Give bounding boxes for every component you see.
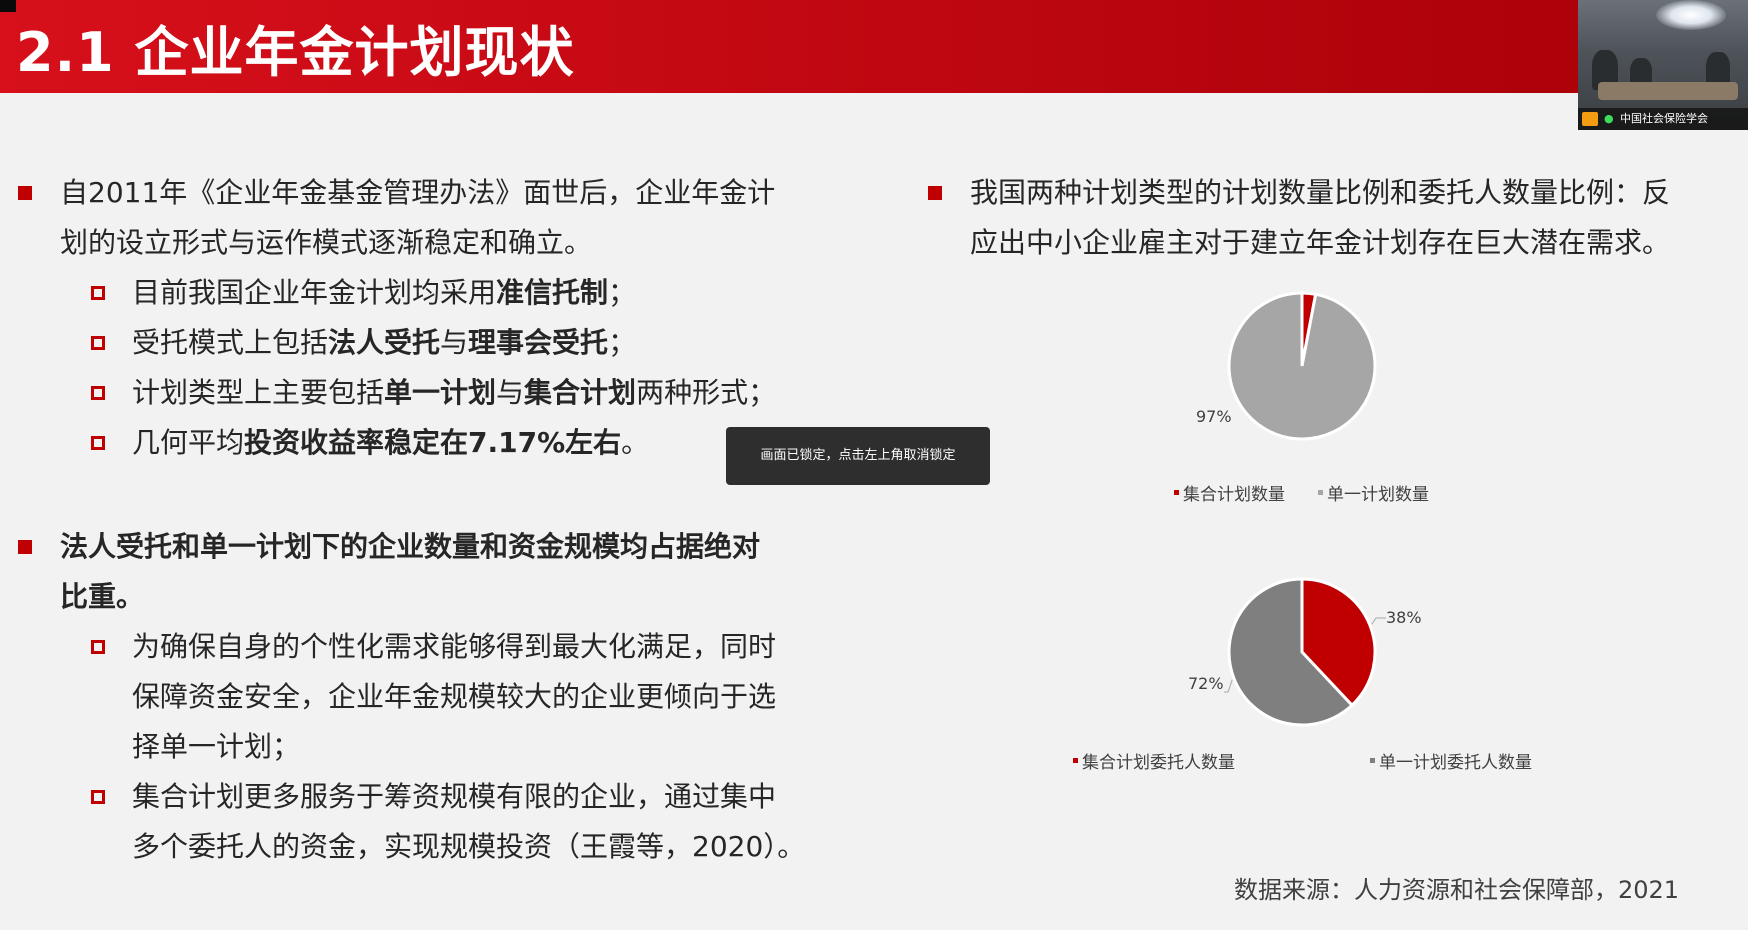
legend-swatch bbox=[1073, 758, 1078, 763]
data-source-note: 数据来源：人力资源和社会保障部，2021 bbox=[1234, 876, 1680, 904]
legend-swatch bbox=[1370, 758, 1375, 763]
legend-label: 单一计划数量 bbox=[1327, 485, 1429, 505]
right-bullet-line2: 应出中小企业雇主对于建立年金计划存在巨大潜在需求。 bbox=[970, 226, 1671, 259]
bullet-icon bbox=[928, 186, 942, 200]
legend-label: 单一计划委托人数量 bbox=[1379, 753, 1532, 773]
legend-label: 集合计划委托人数量 bbox=[1082, 753, 1235, 773]
sub-bullet-text: 几何平均投资收益率稳定在7.17%左右。 bbox=[132, 426, 650, 459]
title-bar: 2.1 企业年金计划现状 bbox=[0, 0, 1748, 93]
right-bullet-text: 我国两种计划类型的计划数量比例和委托人数量比例：反 应出中小企业雇主对于建立年金… bbox=[970, 168, 1730, 268]
sub-bullet-text: 受托模式上包括法人受托与理事会受托； bbox=[132, 326, 637, 359]
sub-bullet-text: 目前我国企业年金计划均采用准信托制； bbox=[132, 276, 637, 309]
pie-data-label: 72% bbox=[1188, 674, 1224, 693]
sub-bullet-line: 多个委托人的资金，实现规模投资（王霞等，2020）。 bbox=[132, 830, 806, 863]
slide-title: 2.1 企业年金计划现状 bbox=[16, 21, 575, 84]
sub-bullet-icon bbox=[91, 640, 105, 654]
legend-swatch bbox=[1174, 490, 1179, 495]
bullet1-line2: 划的设立形式与运作模式逐渐稳定和确立。 bbox=[60, 226, 593, 259]
pie-leader-line bbox=[1224, 679, 1233, 693]
sub-bullet-icon bbox=[91, 790, 105, 804]
plan-count-pie-chart: 3%97% 集合计划数量单一计划数量 bbox=[1174, 291, 1429, 505]
participant-video-tile[interactable]: ● 中国社会保险学会 bbox=[1578, 0, 1748, 130]
sub-bullet-text: 计划类型上主要包括单一计划与集合计划两种形式； bbox=[132, 376, 777, 409]
sub-bullet-line: 为确保自身的个性化需求能够得到最大化满足，同时 bbox=[132, 630, 777, 663]
sub-bullet-icon bbox=[91, 336, 105, 350]
pie-data-label: 38% bbox=[1386, 608, 1422, 627]
meeting-table bbox=[1598, 82, 1738, 100]
trustor-count-pie-chart: 38% 72% 集合计划委托人数量 单一计划委托人数量 bbox=[1073, 577, 1532, 773]
participant-name: 中国社会保险学会 bbox=[1620, 112, 1708, 125]
legend-label: 集合计划数量 bbox=[1183, 485, 1285, 505]
bullet2-line2: 比重。 bbox=[60, 580, 145, 613]
ceiling-light bbox=[1656, 0, 1726, 30]
bullet-icon bbox=[18, 540, 32, 554]
pie-slice-2 bbox=[1227, 291, 1377, 441]
window-corner bbox=[0, 0, 16, 12]
sub-bullet-text: 集合计划更多服务于筹资规模有限的企业，通过集中 多个委托人的资金，实现规模投资（… bbox=[132, 772, 832, 872]
screen-locked-toast[interactable]: 画面已锁定，点击左上角取消锁定 bbox=[726, 427, 990, 485]
bullet1-text: 自2011年《企业年金基金管理办法》面世后，企业年金计 划的设立形式与运作模式逐… bbox=[60, 168, 800, 268]
video-name-bar: ● 中国社会保险学会 bbox=[1578, 108, 1748, 130]
pie-leader-line bbox=[1371, 617, 1386, 625]
sub-bullet-line: 择单一计划； bbox=[132, 730, 301, 763]
right-bullet-line1: 我国两种计划类型的计划数量比例和委托人数量比例：反 bbox=[970, 176, 1671, 209]
sub-bullet-line: 集合计划更多服务于筹资规模有限的企业，通过集中 bbox=[132, 780, 777, 813]
sub-bullet-icon bbox=[91, 436, 105, 450]
bullet2-line1: 法人受托和单一计划下的企业数量和资金规模均占据绝对 bbox=[60, 530, 761, 563]
sub-bullet-icon bbox=[91, 386, 105, 400]
sub-bullet-icon bbox=[91, 286, 105, 300]
sub-bullet-text: 为确保自身的个性化需求能够得到最大化满足，同时 保障资金安全，企业年金规模较大的… bbox=[132, 622, 812, 772]
bullet-icon bbox=[18, 186, 32, 200]
legend-swatch bbox=[1318, 490, 1323, 495]
pie-data-label: 97% bbox=[1196, 407, 1232, 426]
sub-bullet-line: 保障资金安全，企业年金规模较大的企业更倾向于选 bbox=[132, 680, 777, 713]
camera-icon[interactable] bbox=[1582, 112, 1598, 126]
microphone-icon[interactable]: ● bbox=[1604, 113, 1614, 125]
bullet2-text: 法人受托和单一计划下的企业数量和资金规模均占据绝对 比重。 bbox=[60, 522, 800, 622]
bullet1-line1: 自2011年《企业年金基金管理办法》面世后，企业年金计 bbox=[60, 176, 776, 209]
